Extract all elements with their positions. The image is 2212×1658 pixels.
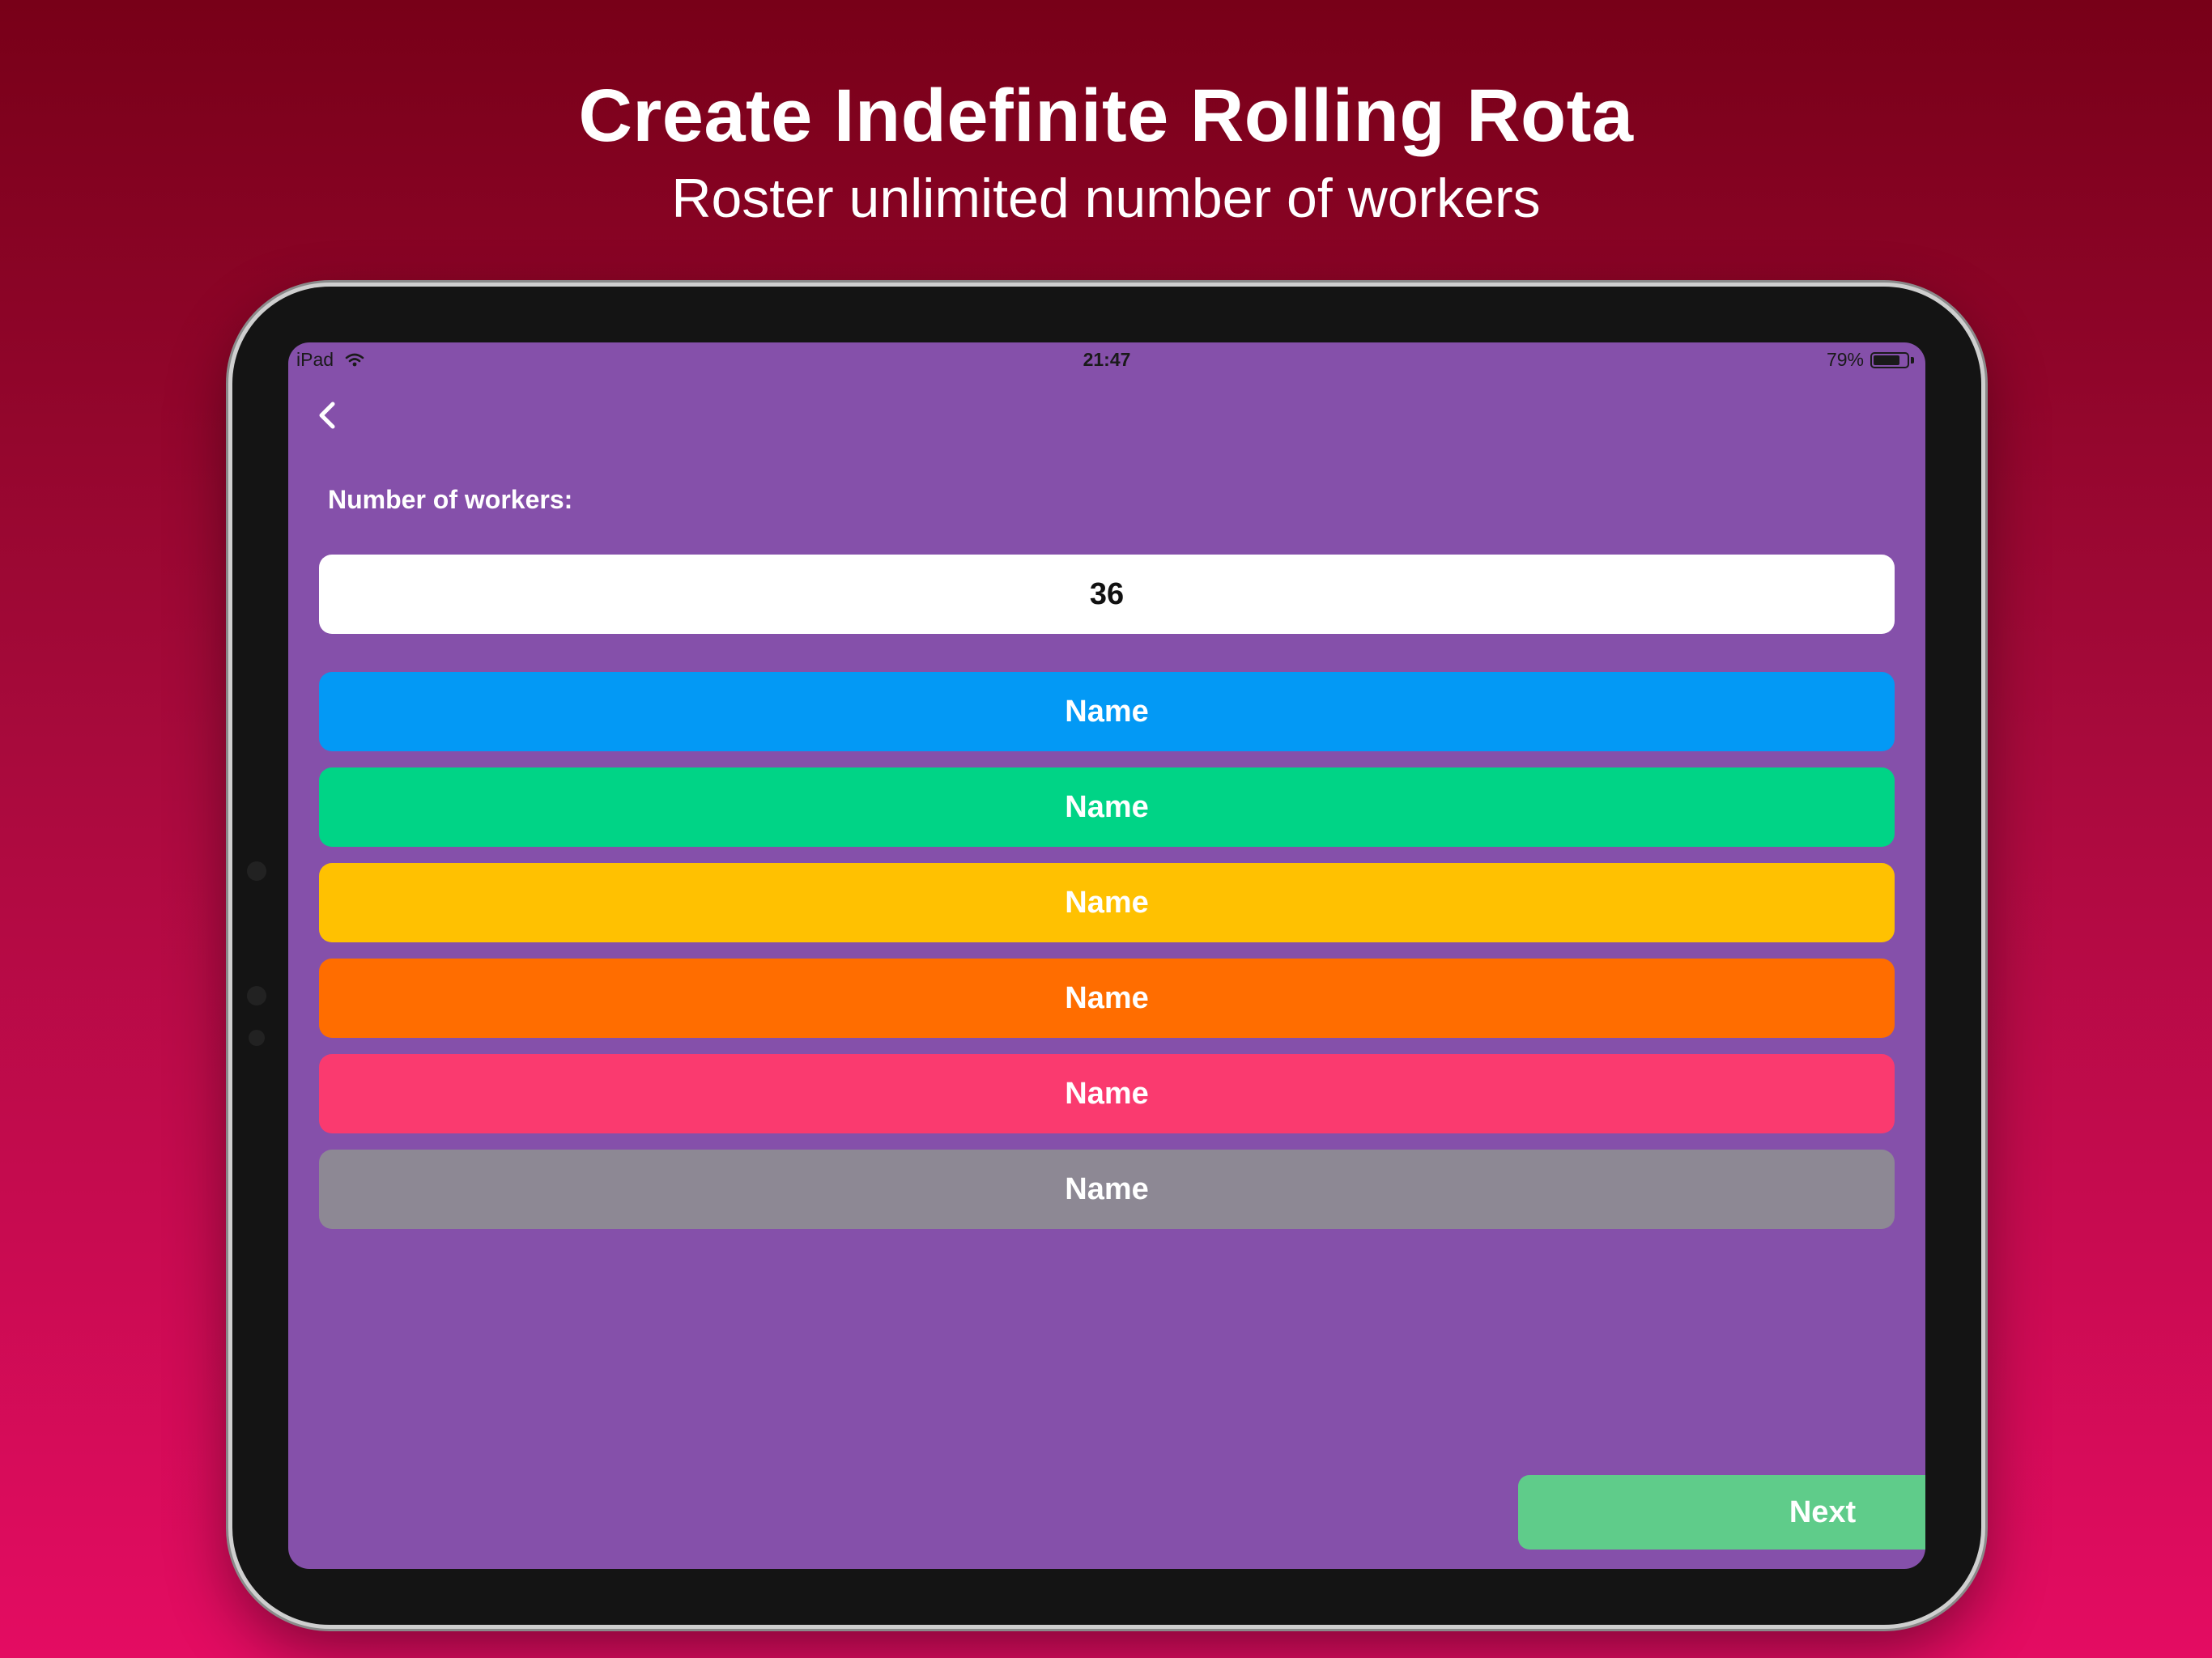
sensor-dot	[249, 1030, 265, 1046]
workers-count-label: Number of workers:	[328, 485, 573, 514]
ipad-frame: iPad 21:47 79% Number of workers: 36 Nam…	[232, 287, 1981, 1625]
camera-dot	[247, 861, 266, 881]
workers-count-input[interactable]: 36	[319, 555, 1895, 634]
battery-tip	[1911, 356, 1914, 363]
battery-percent: 79%	[1826, 349, 1864, 370]
battery-icon	[1870, 351, 1909, 368]
worker-name-field[interactable]: Name	[319, 672, 1895, 751]
sensor-dot	[247, 986, 266, 1005]
marketing-headline: Create Indefinite Rolling Rota	[578, 74, 1634, 157]
back-button[interactable]	[303, 391, 351, 440]
worker-name-field[interactable]: Name	[319, 959, 1895, 1038]
status-time: 21:47	[1083, 349, 1131, 370]
marketing-subheadline: Roster unlimited number of workers	[671, 168, 1541, 229]
next-button[interactable]: Next	[1518, 1475, 1925, 1550]
worker-name-field[interactable]: Name	[319, 863, 1895, 942]
worker-name-field[interactable]: Name	[319, 1054, 1895, 1133]
status-bar: iPad 21:47 79%	[288, 342, 1925, 376]
worker-list[interactable]: NameNameNameNameNameNameNameName	[319, 672, 1895, 1239]
app-screen: iPad 21:47 79% Number of workers: 36 Nam…	[288, 342, 1925, 1569]
status-right: 79%	[1827, 349, 1914, 371]
worker-name-field[interactable]: Name	[319, 767, 1895, 847]
chevron-left-icon	[319, 402, 335, 429]
worker-name-field[interactable]: Name	[319, 1150, 1895, 1229]
